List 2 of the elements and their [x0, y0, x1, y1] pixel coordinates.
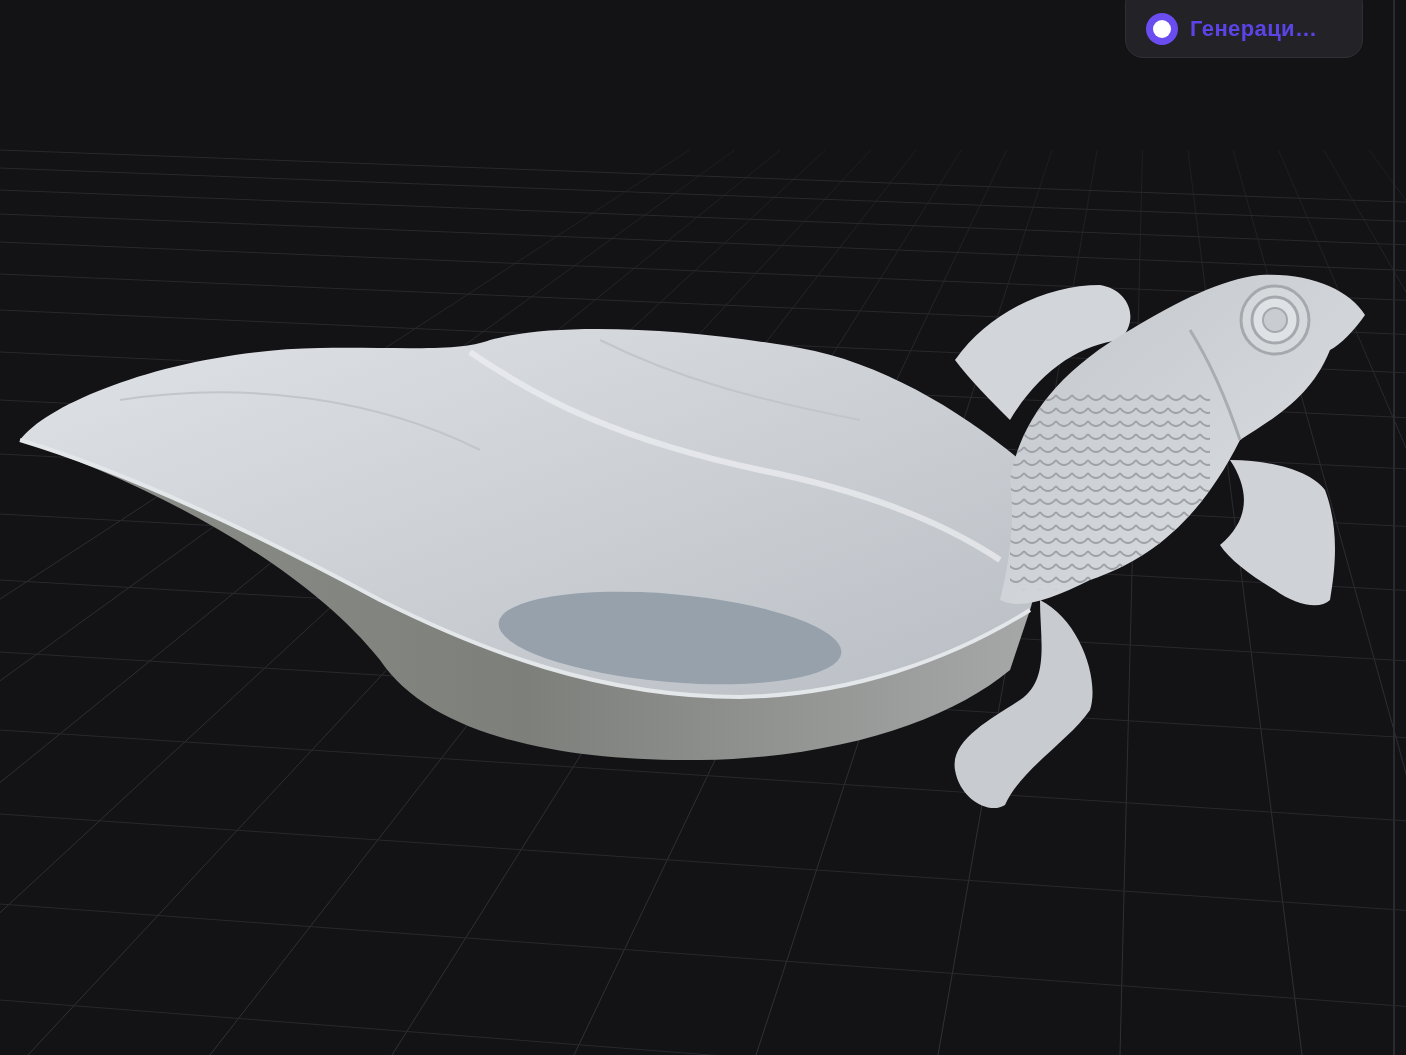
- status-text: Генераци…: [1190, 16, 1318, 42]
- status-dot-icon: [1146, 13, 1178, 45]
